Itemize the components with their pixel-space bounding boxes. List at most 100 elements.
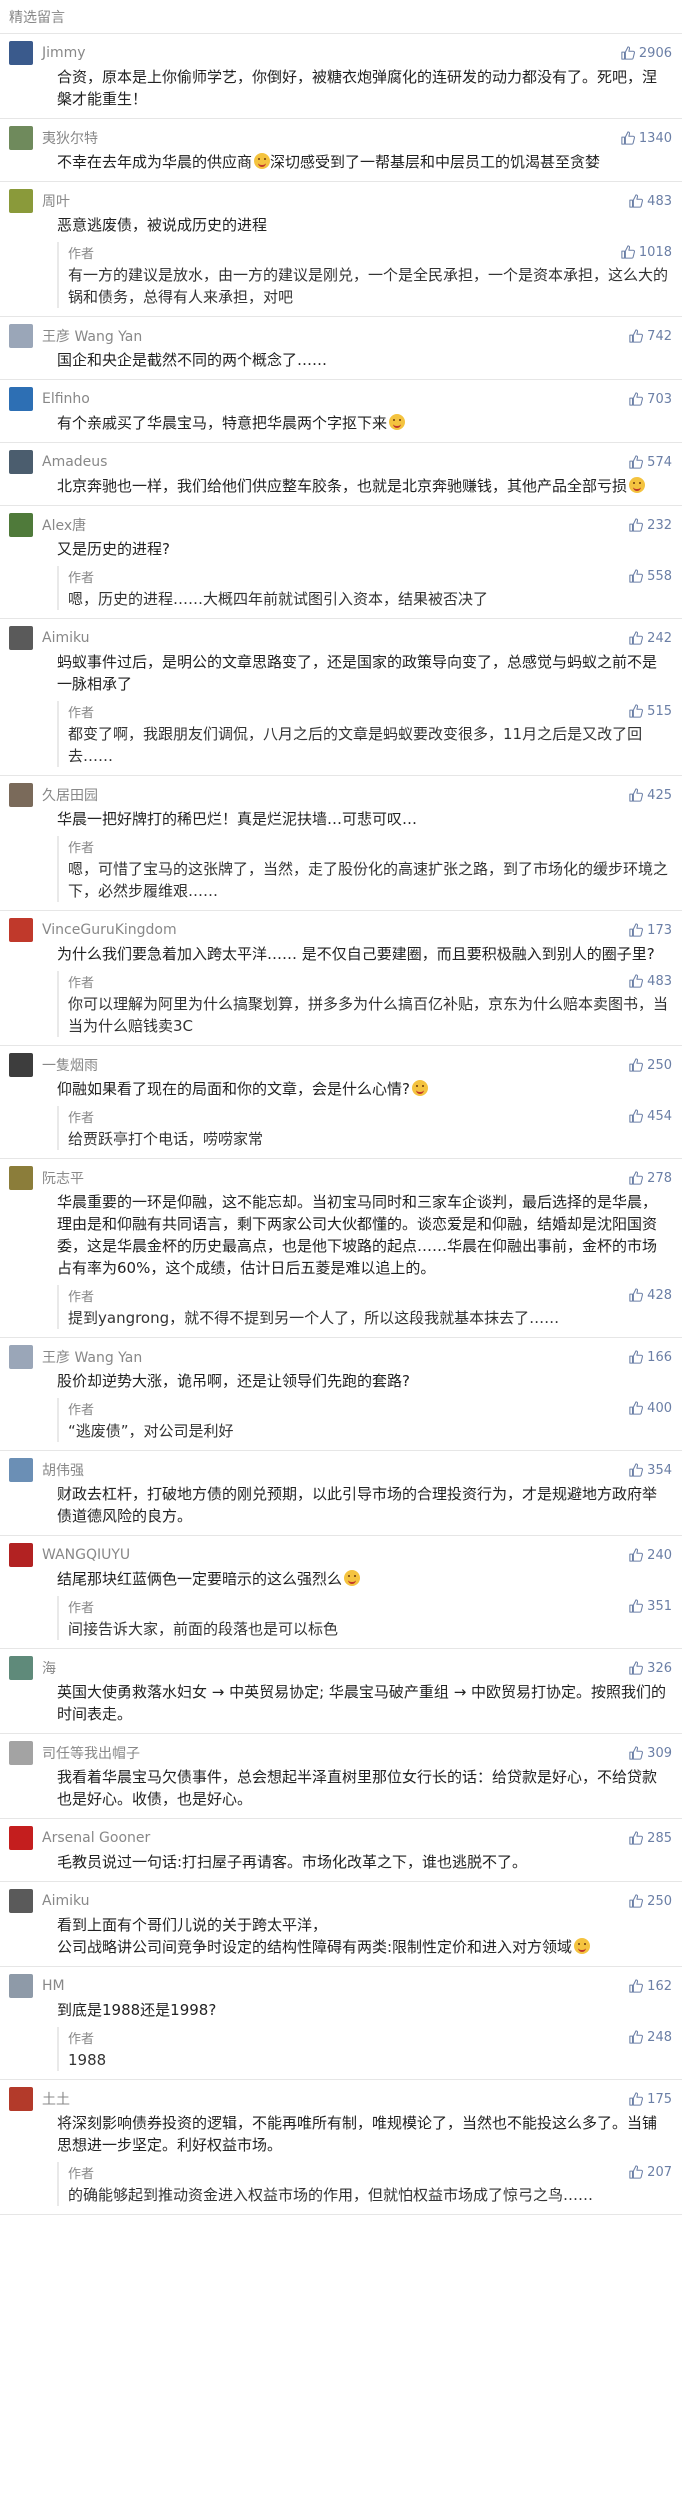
author-reply: 作者 嗯，可惜了宝马的这张牌了，当然，走了股份化的高速扩张之路，到了市场化的缓步… [57,836,672,902]
reply-like-button[interactable]: 248 [629,2030,672,2045]
reply-header: 作者 558 [68,566,672,586]
comment-text: 又是历史的进程? [57,540,170,558]
reply-like-button[interactable]: 515 [629,704,672,719]
reply-like-count: 400 [647,1400,672,1416]
avatar[interactable] [9,1345,33,1369]
like-button[interactable]: 173 [629,923,672,938]
comment-item: 土土 175 将深刻影响债券投资的逻辑，不能再唯所有制，唯规模论了，当然也不能投… [0,2080,682,2215]
author-label: 作者 [68,246,95,262]
avatar[interactable] [9,1826,33,1850]
avatar[interactable] [9,189,33,213]
thumbs-up-icon [621,131,635,145]
avatar[interactable] [9,126,33,150]
reply-like-button[interactable]: 207 [629,2165,672,2180]
thumbs-up-icon [629,1109,644,1123]
like-button[interactable]: 574 [629,455,672,470]
like-button[interactable]: 742 [629,329,672,344]
like-button[interactable]: 175 [629,2092,672,2107]
reply-like-button[interactable]: 483 [629,974,672,989]
avatar[interactable] [9,626,33,650]
thumbs-up-icon [629,2092,644,2106]
avatar[interactable] [9,1656,33,1680]
like-button[interactable]: 1340 [621,131,672,146]
reply-like-button[interactable]: 1018 [621,245,672,260]
like-button[interactable]: 285 [629,1831,672,1846]
like-button[interactable]: 250 [629,1894,672,1909]
like-button[interactable]: 703 [629,392,672,407]
comment-header: 一隻烟雨 250 [9,1053,672,1077]
avatar[interactable] [9,387,33,411]
avatar[interactable] [9,1053,33,1077]
reply-like-button[interactable]: 351 [629,1599,672,1614]
comment-header: Aimiku 250 [9,1889,672,1913]
like-button[interactable]: 250 [629,1058,672,1073]
comment-header: 土土 175 [9,2087,672,2111]
author-reply: 作者 558 嗯，历史的进程……大概四年前就试图引入资本，结果被否决了 [57,566,672,610]
comment-text: 股价却逆势大涨，诡吊啊，还是让领导们先跑的套路? [57,1372,410,1390]
comment-item: Aimiku 250 看到上面有个哥们儿说的关于跨太平洋， 公司战略讲公司间竞争时… [0,1882,682,1967]
reply-text: 有一方的建议是放水，由一方的建议是刚兑，一个是全民承担，一个是资本承担，这么大的… [68,266,669,306]
author-label: 作者 [68,705,95,721]
author-reply: 作者 454 给贾跃亭打个电话，唠唠家常 [57,1106,672,1150]
nickname: 王彦 Wang Yan [42,1350,143,1366]
avatar[interactable] [9,1543,33,1567]
comment-item: WANGQIUYU 240 结尾那块红蓝俩色一定要暗示的这么强烈么 作者 351… [0,1536,682,1649]
reply-like-button[interactable]: 428 [629,1288,672,1303]
like-button[interactable]: 162 [629,1979,672,1994]
comment-header: 海 326 [9,1656,672,1680]
nickname: WANGQIUYU [42,1547,131,1563]
like-button[interactable]: 232 [629,518,672,533]
thumbs-up-icon [629,1894,644,1908]
author-reply: 作者 207 的确能够起到推动资金进入权益市场的作用，但就怕权益市场成了惊弓之鸟… [57,2162,672,2206]
comment-text: 将深刻影响债券投资的逻辑，不能再唯所有制，唯规模论了，当然也不能投这么多了。当铺… [57,2114,658,2154]
avatar[interactable] [9,783,33,807]
comment-header: Arsenal Gooner 285 [9,1826,672,1850]
avatar[interactable] [9,513,33,537]
reply-like-button[interactable]: 558 [629,569,672,584]
avatar[interactable] [9,2087,33,2111]
like-button[interactable]: 354 [629,1463,672,1478]
avatar[interactable] [9,1974,33,1998]
like-button[interactable]: 2906 [621,46,672,61]
author-reply: 作者 515 都变了啊，我跟朋友们调侃，八月之后的文章是蚂蚁要改变很多，11月之… [57,701,672,767]
avatar[interactable] [9,1166,33,1190]
avatar[interactable] [9,324,33,348]
emoji-icon [344,1570,361,1586]
comment-text: 国企和央企是截然不同的两个概念了…… [57,351,328,369]
avatar[interactable] [9,1889,33,1913]
like-button[interactable]: 242 [629,631,672,646]
comment-item: 王彦 Wang Yan 166 股价却逆势大涨，诡吊啊，还是让领导们先跑的套路?… [0,1338,682,1451]
like-button[interactable]: 483 [629,194,672,209]
comment-header: 司任等我出帽子 309 [9,1741,672,1765]
comment-item: 胡伟强 354 财政去杠杆，打破地方债的刚兑预期，以此引导市场的合理投资行为，才… [0,1451,682,1536]
avatar[interactable] [9,918,33,942]
like-count: 1340 [638,130,672,146]
author-label: 作者 [68,1289,95,1305]
like-button[interactable]: 278 [629,1171,672,1186]
nickname: 一隻烟雨 [42,1058,98,1074]
thumbs-up-icon [629,518,644,532]
avatar[interactable] [9,450,33,474]
avatar[interactable] [9,1741,33,1765]
avatar[interactable] [9,41,33,65]
thumbs-up-icon [629,569,644,583]
comment-item: 海 326 英国大使勇救落水妇女 → 中英贸易协定; 华晨宝马破产重组 → 中欧… [0,1649,682,1734]
comment-header: Amadeus 574 [9,450,672,474]
like-button[interactable]: 309 [629,1746,672,1761]
like-button[interactable]: 240 [629,1548,672,1563]
nickname: 阮志平 [42,1171,84,1187]
comment-item: 司任等我出帽子 309 我看着华晨宝马欠债事件，总会想起半泽直树里那位女行长的话… [0,1734,682,1819]
reply-like-button[interactable]: 454 [629,1109,672,1124]
nickname: 海 [42,1661,56,1677]
comment-item: 周叶 483 恶意逃废债，被说成历史的进程 作者 1018 有一方的建议是放水，… [0,182,682,317]
section-title: 精选留言 [9,9,65,26]
like-button[interactable]: 166 [629,1350,672,1365]
avatar[interactable] [9,1458,33,1482]
reply-like-button[interactable]: 400 [629,1401,672,1416]
like-count: 250 [647,1057,672,1073]
like-button[interactable]: 326 [629,1661,672,1676]
comment-header: 夷狄尔特 1340 [9,126,672,150]
thumbs-up-icon [629,1979,644,1993]
like-count: 175 [647,2091,672,2107]
like-button[interactable]: 425 [629,788,672,803]
